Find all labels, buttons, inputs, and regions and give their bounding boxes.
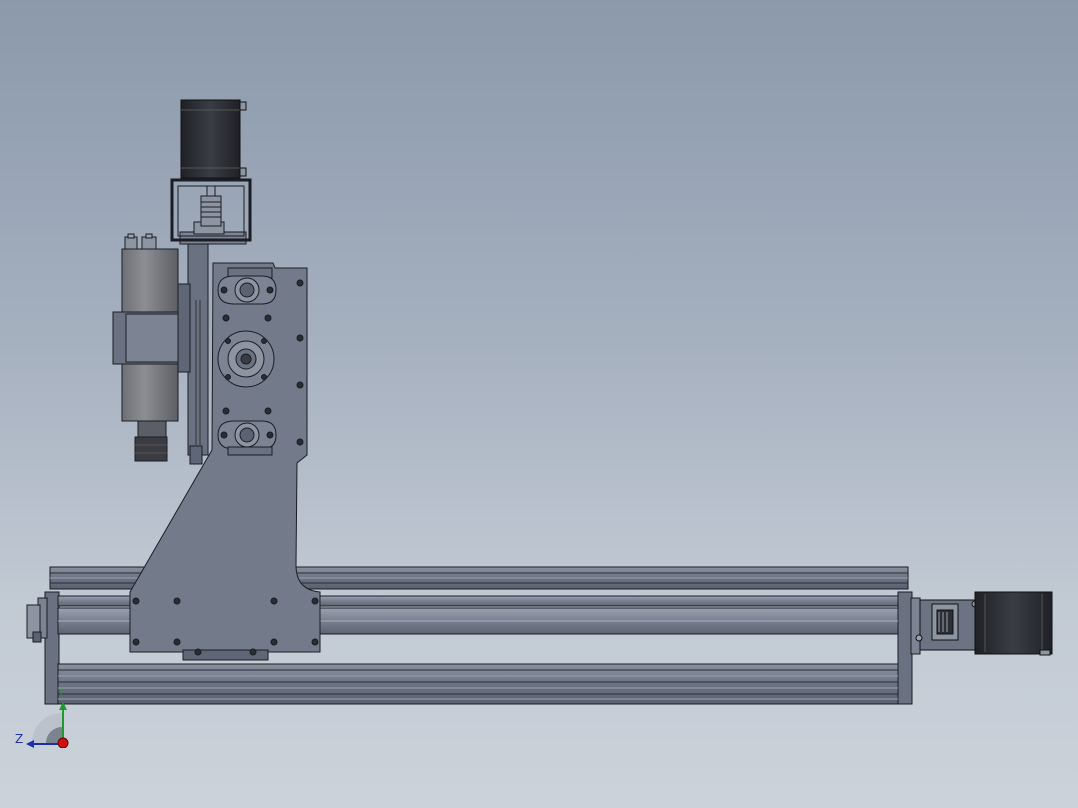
triad-z-label: Z <box>15 732 24 746</box>
graphics-viewport[interactable]: Y Z <box>0 0 1078 808</box>
lead-screw-nut-flange[interactable] <box>217 330 275 388</box>
spindle[interactable] <box>112 233 191 462</box>
x-axis-dot <box>57 737 69 748</box>
triad-y-label: Y <box>58 688 65 699</box>
x-axis-stepper-motor[interactable] <box>915 591 1053 656</box>
z-axis-stepper-motor[interactable] <box>180 99 247 179</box>
spindle-collet[interactable] <box>134 436 168 462</box>
z-carriage-plate[interactable] <box>179 221 277 465</box>
cnc-machine-model[interactable] <box>0 0 1078 808</box>
right-end-plate[interactable] <box>897 591 913 705</box>
shaft-coupler[interactable] <box>200 195 222 227</box>
spindle-nut[interactable] <box>137 420 167 438</box>
